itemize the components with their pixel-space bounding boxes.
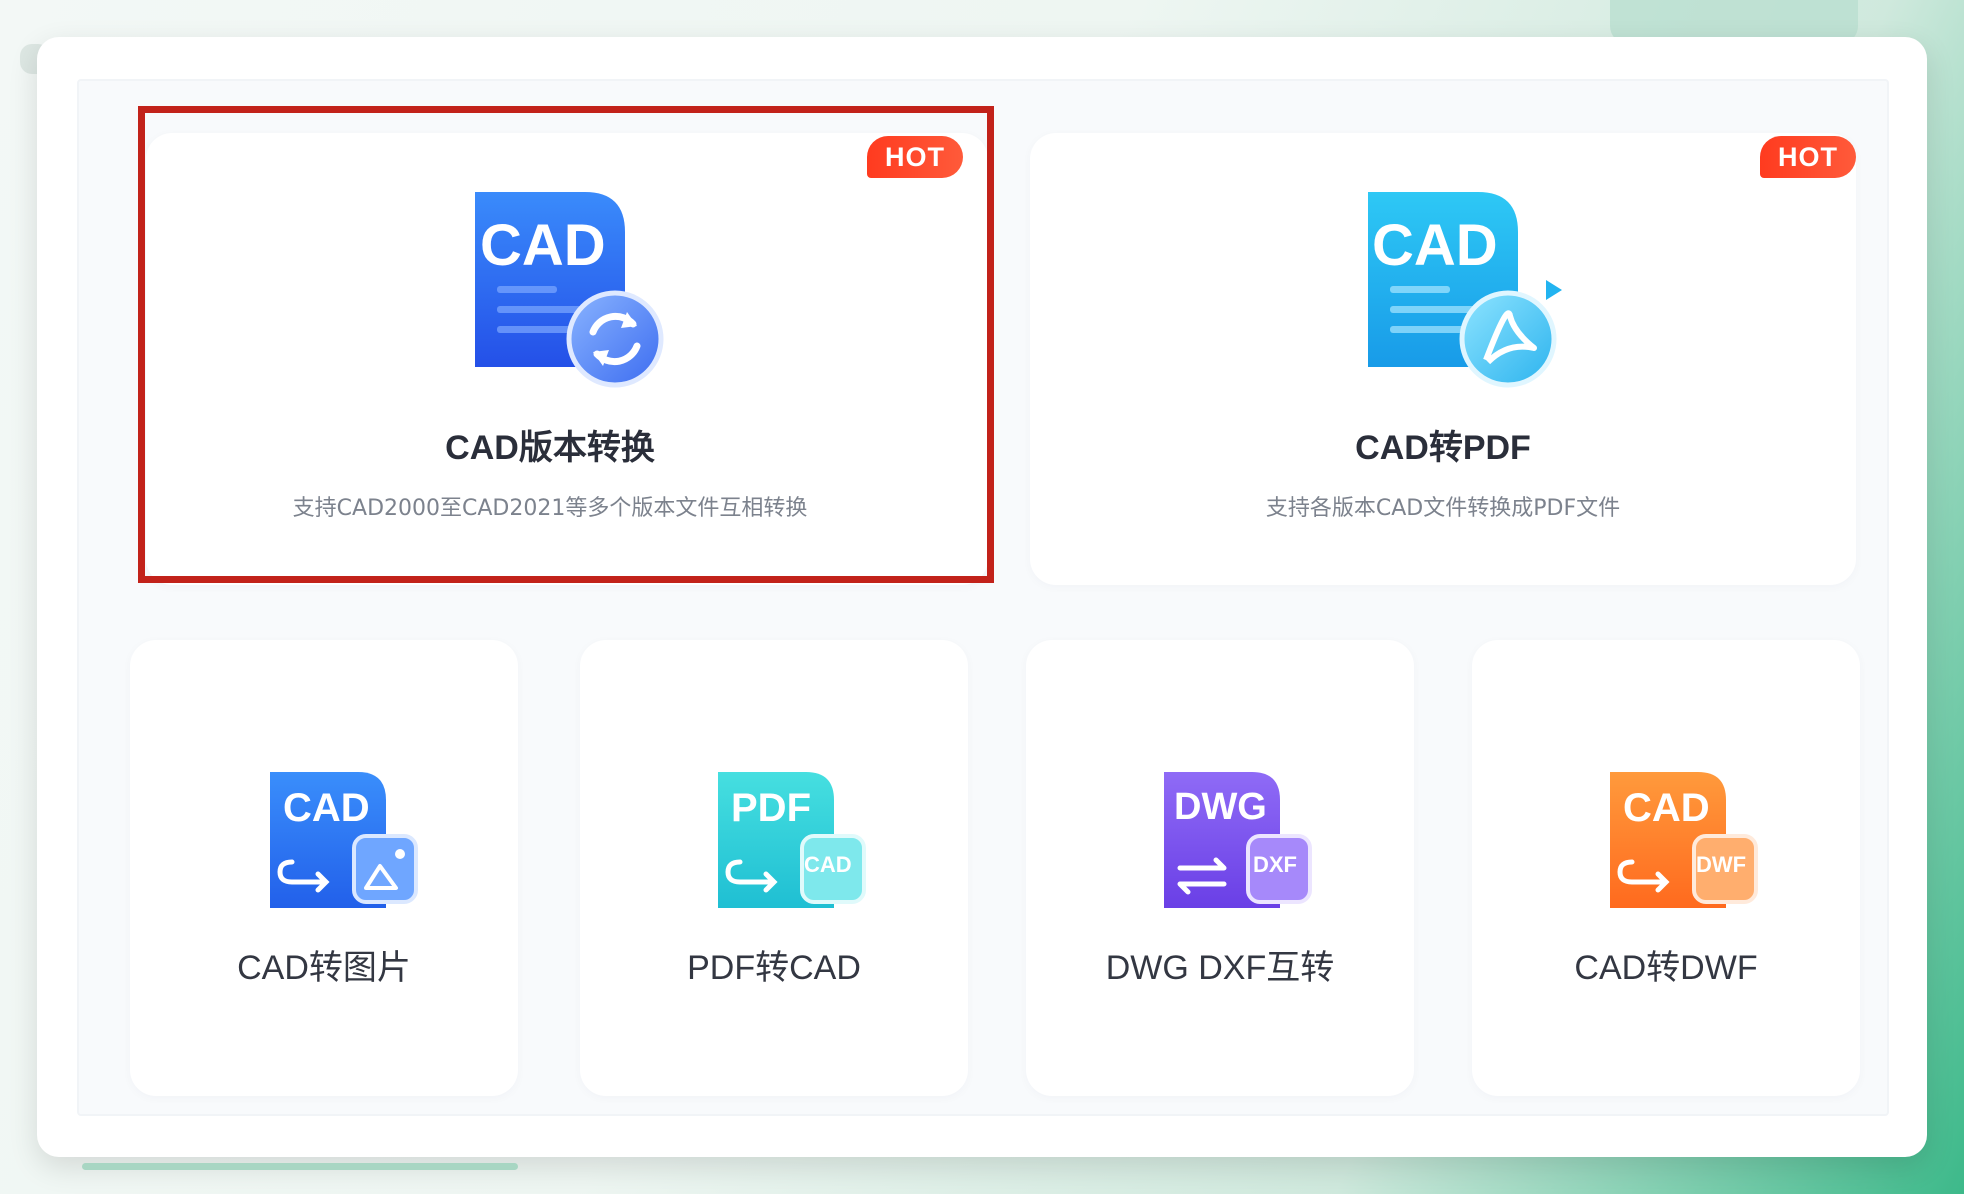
- card-title: PDF转CAD: [687, 949, 861, 987]
- card-title: CAD转PDF: [1355, 429, 1531, 467]
- card-title: DWG DXF互转: [1105, 949, 1335, 987]
- icon-cad-label: CAD: [283, 786, 370, 830]
- icon-pdf-label: PDF: [731, 786, 811, 830]
- card-title: CAD转DWF: [1574, 949, 1758, 987]
- icon-sub-label: CAD: [804, 852, 852, 877]
- icon-dwg-label: DWG: [1174, 786, 1267, 828]
- hot-badge: HOT: [1760, 136, 1856, 178]
- card-title: CAD版本转换: [445, 429, 655, 467]
- icon-cad-label: CAD: [1623, 786, 1710, 830]
- icon-sub-label: DXF: [1253, 852, 1297, 877]
- card-description: 支持CAD2000至CAD2021等多个版本文件互相转换: [292, 496, 808, 521]
- card-description: 支持各版本CAD文件转换成PDF文件: [1265, 496, 1621, 521]
- horizontal-scrollbar[interactable]: [82, 1163, 518, 1170]
- icon-cad-label: CAD: [1372, 213, 1498, 278]
- hot-badge: HOT: [867, 136, 963, 178]
- icon-sub-label: DWF: [1696, 852, 1747, 877]
- card-title: CAD转图片: [237, 949, 411, 987]
- icon-cad-label: CAD: [480, 213, 606, 278]
